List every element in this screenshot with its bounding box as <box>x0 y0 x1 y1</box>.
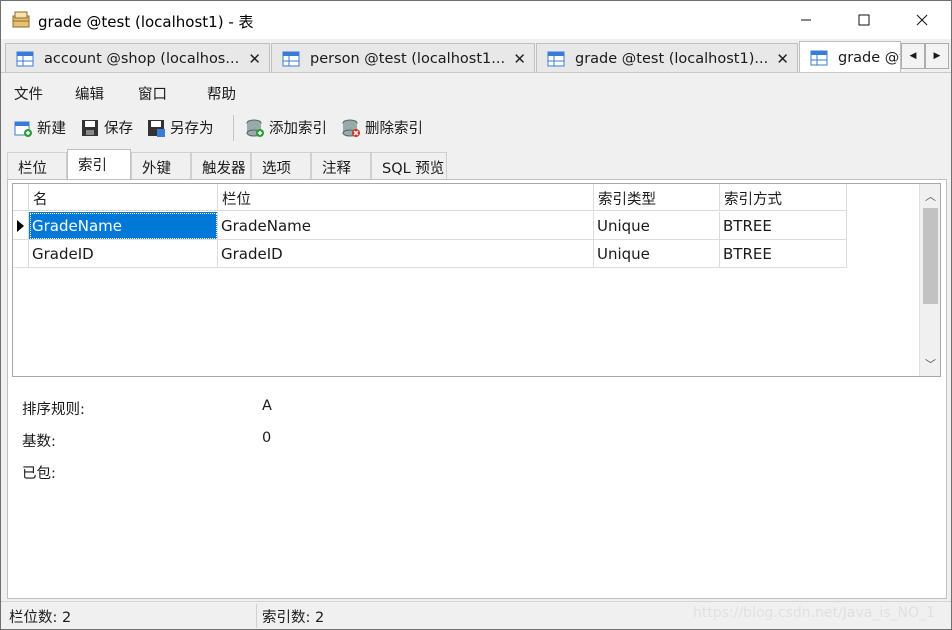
save-as-label: 另存为 <box>170 121 214 137</box>
doc-tab-label: grade @test (localhost1)... <box>575 50 769 67</box>
scroll-up-icon[interactable]: ︿ <box>920 186 940 206</box>
status-bar: 栏位数: 2 索引数: 2 https://blog.csdn.net/Java… <box>1 601 951 629</box>
menu-edit[interactable]: 编辑 <box>75 83 104 104</box>
index-count-status: 索引数: 2 <box>262 610 325 626</box>
menu-window[interactable]: 窗口 <box>138 83 167 104</box>
title-bar: grade @test (localhost1) - 表 <box>1 1 951 39</box>
save-button[interactable]: 保存 <box>80 117 133 138</box>
scroll-down-icon[interactable]: ﹀ <box>920 354 940 374</box>
window-title: grade @test (localhost1) - 表 <box>38 13 254 31</box>
maximize-icon <box>858 14 870 26</box>
tab-scroll-buttons: ◀ ▶ <box>901 43 949 69</box>
doc-tab-person[interactable]: person @test (localhost1... ✕ <box>271 43 535 72</box>
menu-help[interactable]: 帮助 <box>207 83 236 104</box>
save-as-icon <box>148 119 165 137</box>
add-index-label: 添加索引 <box>269 121 327 137</box>
cell-index-method[interactable]: BTREE <box>720 212 847 240</box>
doc-tab-label: grade @t <box>838 50 900 66</box>
cell-index-name[interactable]: GradeName <box>29 212 218 240</box>
col-index-type-header[interactable]: 索引类型 <box>594 184 720 211</box>
tab-scroll-right-icon[interactable]: ▶ <box>925 43 949 69</box>
cell-index-type[interactable]: Unique <box>594 240 720 268</box>
doc-tab-account[interactable]: account @shop (localhos... ✕ <box>5 43 270 72</box>
tab-scroll-left-icon[interactable]: ◀ <box>901 43 925 69</box>
table-icon <box>16 51 34 66</box>
table-app-icon <box>12 11 30 28</box>
new-icon <box>14 121 32 137</box>
scroll-thumb[interactable] <box>923 208 938 304</box>
toolbar-separator <box>233 115 234 141</box>
cell-index-fields[interactable]: GradeID <box>218 240 594 268</box>
table-icon <box>810 50 828 66</box>
cardinality-label: 基数: <box>22 434 56 450</box>
minimize-button[interactable] <box>777 1 835 39</box>
table-icon <box>547 51 565 66</box>
tab-close-icon[interactable]: ✕ <box>776 50 789 68</box>
tab-sql-preview[interactable]: SQL 预览 <box>371 152 447 179</box>
doc-tab-grade-active[interactable]: grade @t <box>799 41 901 72</box>
table-icon <box>282 51 300 66</box>
cell-index-type[interactable]: Unique <box>594 212 720 240</box>
grid-body: GradeName GradeName Unique BTREE GradeID… <box>13 212 847 268</box>
table-row[interactable]: GradeID GradeID Unique BTREE <box>13 240 847 268</box>
header-indicator-cell <box>13 184 29 211</box>
save-label: 保存 <box>104 121 133 137</box>
new-button[interactable]: 新建 <box>13 117 66 138</box>
cell-index-method[interactable]: BTREE <box>720 240 847 268</box>
app-window: grade @test (localhost1) - 表 account @sh… <box>0 0 952 630</box>
close-icon <box>916 14 928 26</box>
doc-tab-label: account @shop (localhos... <box>44 50 240 67</box>
tab-foreign-keys[interactable]: 外键 <box>131 152 191 179</box>
table-row[interactable]: GradeName GradeName Unique BTREE <box>13 212 847 240</box>
toolbar: 新建 保存 另存为 添加索引 删除索引 <box>1 109 951 147</box>
add-index-icon <box>246 119 264 137</box>
grid-header: 名 栏位 索引类型 索引方式 <box>13 184 847 211</box>
minimize-icon <box>801 19 811 21</box>
grid-vertical-scrollbar[interactable]: ︿ ﹀ <box>919 184 940 376</box>
col-index-method-header[interactable]: 索引方式 <box>720 184 847 211</box>
tab-fields[interactable]: 栏位 <box>7 152 67 179</box>
designer-tabs: 栏位 索引 外键 触发器 选项 注释 SQL 预览 <box>7 149 947 180</box>
delete-index-icon <box>342 119 360 137</box>
packed-label: 已包: <box>22 466 56 482</box>
menu-file[interactable]: 文件 <box>14 83 43 104</box>
row-indicator <box>13 212 29 240</box>
delete-index-label: 删除索引 <box>365 121 423 137</box>
cardinality-value[interactable]: 0 <box>262 430 271 446</box>
row-indicator <box>13 240 29 268</box>
tab-comment[interactable]: 注释 <box>311 152 371 179</box>
status-divider <box>256 604 257 628</box>
index-editor-panel: 名 栏位 索引类型 索引方式 GradeName GradeName Uniqu… <box>7 179 947 599</box>
tab-close-icon[interactable]: ✕ <box>513 50 526 68</box>
collation-value[interactable]: A <box>262 398 272 414</box>
col-name-header[interactable]: 名 <box>29 184 218 211</box>
document-tab-bar: account @shop (localhos... ✕ person @tes… <box>1 39 951 73</box>
delete-index-button[interactable]: 删除索引 <box>341 117 423 138</box>
cell-index-name[interactable]: GradeID <box>29 240 218 268</box>
cell-index-fields[interactable]: GradeName <box>218 212 594 240</box>
save-icon <box>82 119 98 136</box>
tab-close-icon[interactable]: ✕ <box>248 50 261 68</box>
close-button[interactable] <box>893 1 951 39</box>
tab-triggers[interactable]: 触发器 <box>191 152 251 179</box>
index-grid[interactable]: 名 栏位 索引类型 索引方式 GradeName GradeName Uniqu… <box>12 183 941 377</box>
save-as-button[interactable]: 另存为 <box>146 117 214 138</box>
watermark-text: https://blog.csdn.net/Java_is_NO_1 <box>693 605 935 621</box>
maximize-button[interactable] <box>835 1 893 39</box>
menu-bar: 文件 编辑 窗口 帮助 <box>1 77 951 107</box>
field-count-status: 栏位数: 2 <box>9 610 72 626</box>
collation-label: 排序规则: <box>22 402 85 418</box>
tab-indexes[interactable]: 索引 <box>67 149 131 180</box>
col-fields-header[interactable]: 栏位 <box>218 184 594 211</box>
new-label: 新建 <box>37 121 66 137</box>
tab-options[interactable]: 选项 <box>251 152 311 179</box>
doc-tab-grade-1[interactable]: grade @test (localhost1)... ✕ <box>536 43 798 72</box>
current-row-arrow-icon <box>17 220 24 232</box>
add-index-button[interactable]: 添加索引 <box>245 117 327 138</box>
doc-tab-label: person @test (localhost1... <box>310 50 506 67</box>
